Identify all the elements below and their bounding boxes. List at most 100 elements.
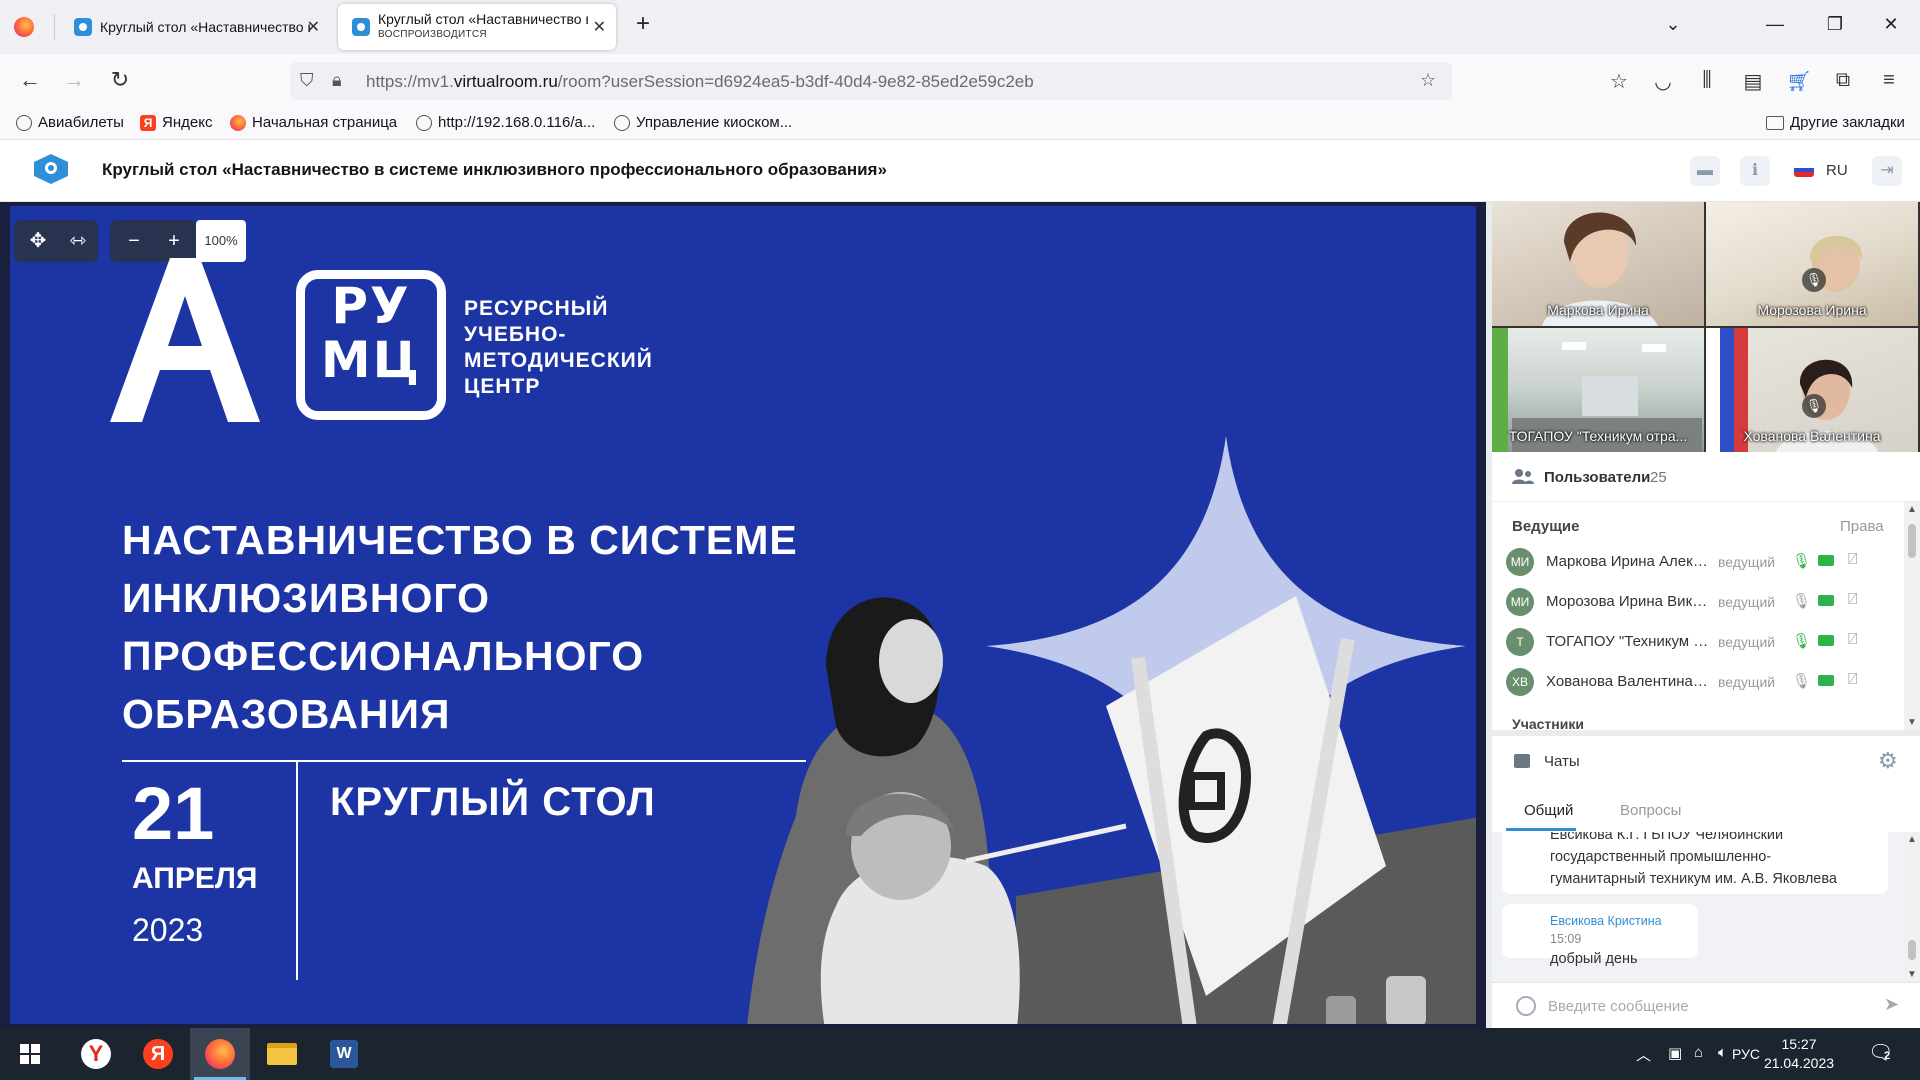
message-input[interactable] (1548, 992, 1858, 1020)
zoom-out-minus-icon[interactable]: − (120, 230, 148, 252)
firefox-taskbar-icon[interactable] (190, 1028, 250, 1080)
minimize-window-icon[interactable]: — (1760, 14, 1790, 35)
chat-message: Евсикова Кристина 15:09 добрый день (1502, 904, 1698, 967)
fit-screen-icon[interactable]: ⇿ (64, 230, 92, 252)
camera-on-icon[interactable] (1818, 635, 1834, 646)
sidebar-icon[interactable]: ▤ (1740, 69, 1766, 94)
screen-share-off-icon[interactable]: ⍁ (1848, 631, 1858, 649)
message-author[interactable]: Евсикова Кристина (1550, 914, 1662, 928)
new-tab-plus-icon[interactable]: + (628, 10, 658, 38)
mic-on-icon[interactable]: 🎙︎ (1792, 552, 1811, 570)
volume-icon[interactable]: 🔈︎ (1718, 1044, 1727, 1061)
library-icon[interactable]: ⫼ (1694, 69, 1720, 92)
user-row[interactable]: Т ТОГАПОУ "Техникум отраслевых технологи… (1506, 624, 1896, 660)
russian-flag-icon[interactable] (1794, 163, 1814, 177)
extensions-puzzle-icon[interactable]: ⧉ (1830, 69, 1856, 92)
bookmark-yandex[interactable]: Я Яндекс (140, 114, 212, 131)
bookmark-home-page[interactable]: Начальная страница (230, 114, 397, 131)
hamburger-menu-icon[interactable]: ≡ (1876, 69, 1902, 92)
pocket-icon[interactable]: ◡ (1650, 69, 1676, 94)
input-language[interactable]: РУС (1732, 1046, 1760, 1062)
show-hidden-icons-chevron-icon[interactable]: ︿ (1636, 1044, 1651, 1065)
zoom-level[interactable]: 100% (196, 220, 246, 262)
firefox-menu-icon[interactable] (14, 17, 34, 37)
scroll-thumb[interactable] (1908, 940, 1916, 960)
globe-icon (16, 114, 32, 131)
back-arrow-icon[interactable]: ← (16, 68, 44, 92)
screen-share-off-icon[interactable]: ⍁ (1848, 551, 1858, 569)
shopping-cart-icon[interactable]: 🛒︎ (1786, 69, 1812, 94)
restore-window-icon[interactable]: ❐ (1820, 14, 1850, 35)
system-clock[interactable]: 15:27 21.04.2023 (1762, 1035, 1836, 1073)
user-row[interactable]: МИ Маркова Ирина Александровна ведущий 🎙… (1506, 544, 1896, 580)
yandex-browser-icon[interactable]: Y (66, 1028, 126, 1080)
bookmark-local-ip[interactable]: http://192.168.0.116/a... (416, 114, 595, 131)
screen-share-off-icon[interactable]: ⍁ (1848, 591, 1858, 609)
reload-icon[interactable]: ↻ (106, 68, 134, 92)
emoji-smile-icon[interactable] (1516, 996, 1536, 1016)
close-tab-icon[interactable]: ✕ (307, 17, 320, 37)
network-icon[interactable]: ⌂ (1694, 1044, 1703, 1061)
org-name: РЕСУРСНЫЙ УЧЕБНО- МЕТОДИЧЕСКИЙ ЦЕНТР (464, 297, 653, 398)
scroll-up-icon[interactable]: ▲ (1904, 834, 1920, 845)
user-row[interactable]: ХВ Хованова Валентина Николаевна ведущий… (1506, 664, 1896, 700)
mic-on-icon[interactable]: 🎙︎ (1792, 632, 1811, 650)
tracking-shield-icon[interactable]: ⛉ (300, 70, 314, 91)
mic-off-icon[interactable]: 🎙︎ (1792, 672, 1811, 690)
info-icon[interactable]: ℹ (1740, 156, 1770, 186)
close-window-icon[interactable]: ✕ (1876, 14, 1906, 35)
files-folder-icon[interactable]: ▬ (1690, 156, 1720, 186)
video-tile[interactable]: ТОГАПОУ "Техникум отра... (1492, 328, 1704, 452)
avatar: Т (1506, 628, 1534, 656)
zoom-in-plus-icon[interactable]: + (160, 230, 188, 252)
video-tile[interactable]: Маркова Ирина (1492, 202, 1704, 326)
move-arrows-icon[interactable]: ✥ (24, 230, 52, 252)
send-arrow-icon[interactable]: ➤ (1884, 994, 1899, 1015)
video-tile[interactable]: 🎙︎ Хованова Валентина (1706, 328, 1918, 452)
tab-questions[interactable]: Вопросы (1620, 802, 1681, 819)
bookmark-star-icon[interactable]: ☆ (1420, 70, 1436, 91)
list-tabs-chevron-icon[interactable]: ⌄ (1658, 14, 1688, 35)
video-tile[interactable]: 🎙︎ Морозова Ирина (1706, 202, 1918, 326)
scroll-down-icon[interactable]: ▼ (1904, 969, 1920, 980)
language-selector[interactable]: RU (1826, 162, 1848, 179)
close-tab-icon[interactable]: ✕ (593, 17, 606, 37)
scroll-up-icon[interactable]: ▲ (1904, 504, 1920, 515)
lock-icon[interactable]: 🔒︎ (332, 70, 342, 91)
exit-room-icon[interactable]: ⇥ (1872, 156, 1902, 186)
bookmark-aviabilety[interactable]: Авиабилеты (16, 114, 124, 131)
gear-icon[interactable]: ⚙ (1878, 748, 1898, 774)
tab-playing-label: ВОСПРОИЗВОДИТСЯ (378, 29, 487, 40)
browser-tab-1[interactable]: Круглый стол «Наставничество в системе ✕ (60, 4, 330, 50)
user-name: Хованова Валентина Николаевна (1546, 673, 1710, 690)
camera-on-icon[interactable] (1818, 675, 1834, 686)
bookmark-kiosk[interactable]: Управление киоском... (614, 114, 792, 131)
word-icon[interactable]: W (314, 1028, 374, 1080)
scroll-down-icon[interactable]: ▼ (1904, 717, 1920, 728)
device-icon[interactable]: ▣ (1668, 1044, 1682, 1062)
screen-share-off-icon[interactable]: ⍁ (1848, 671, 1858, 689)
tab-title: Круглый стол «Наставничество в системе (100, 19, 310, 35)
address-bar[interactable]: ⛉ 🔒︎ https://mv1.virtualroom.ru/room?use… (290, 62, 1452, 100)
tab-general[interactable]: Общий (1524, 802, 1573, 819)
chat-scrollbar[interactable]: ▲ ▼ (1904, 832, 1920, 982)
url-text[interactable]: https://mv1.virtualroom.ru/room?userSess… (366, 72, 1034, 92)
users-header[interactable]: Пользователи 25 (1492, 452, 1920, 502)
scroll-thumb[interactable] (1908, 524, 1916, 558)
windows-start-icon[interactable] (0, 1028, 60, 1080)
user-row[interactable]: МИ Морозова Ирина Викторовна ведущий 🎙︎ … (1506, 584, 1896, 620)
file-explorer-icon[interactable] (252, 1028, 312, 1080)
zoom-tools: − + (110, 220, 196, 262)
user-role: ведущий (1718, 674, 1776, 690)
camera-on-icon[interactable] (1818, 595, 1834, 606)
chats-header[interactable]: Чаты ⚙ (1492, 736, 1920, 786)
other-bookmarks[interactable]: Другие закладки (1766, 114, 1905, 131)
reading-list-icon[interactable]: ☆ (1606, 69, 1632, 94)
browser-tab-2-active[interactable]: Круглый стол «Наставничество в системе В… (338, 4, 616, 50)
users-scrollbar[interactable]: ▲ ▼ (1904, 502, 1920, 730)
mic-off-icon[interactable]: 🎙︎ (1792, 592, 1811, 610)
teacher-child-painting-image (747, 436, 1476, 1024)
camera-on-icon[interactable] (1818, 555, 1834, 566)
forward-arrow-icon[interactable]: → (60, 68, 88, 92)
yandex-icon[interactable]: Я (128, 1028, 188, 1080)
